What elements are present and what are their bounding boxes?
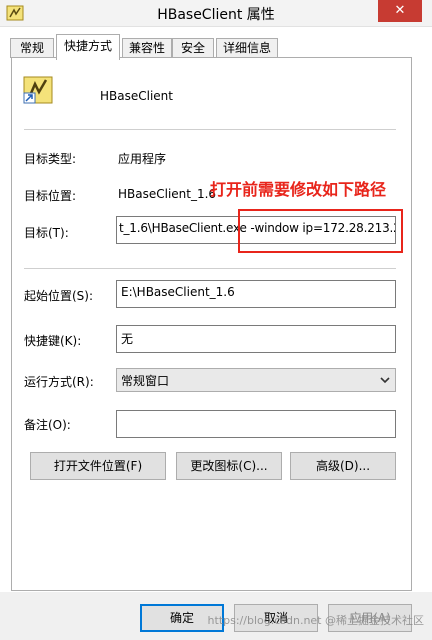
advanced-button[interactable]: 高级(D)... [290, 452, 396, 480]
separator [24, 268, 396, 269]
watermark: https://blog.csdn.net @稀土掘金技术社区 [207, 614, 424, 627]
hotkey-input[interactable]: 无 [116, 325, 396, 353]
run-label: 运行方式(R): [24, 375, 94, 389]
hotkey-label: 快捷键(K): [24, 334, 82, 348]
start-in-label: 起始位置(S): [24, 289, 94, 303]
target-location-value: HBaseClient_1.6 [118, 187, 217, 201]
window-title: HBaseClient 属性 [157, 7, 275, 23]
target-location-label: 目标位置: [24, 189, 77, 203]
shortcut-icon [23, 76, 53, 104]
comment-input[interactable] [116, 410, 396, 438]
change-icon-button[interactable]: 更改图标(C)... [176, 452, 282, 480]
start-in-input[interactable]: E:\HBaseClient_1.6 [116, 280, 396, 308]
tab-compatibility[interactable]: 兼容性 [122, 38, 172, 58]
tab-details[interactable]: 详细信息 [216, 38, 278, 58]
tab-shortcut[interactable]: 快捷方式 [56, 34, 120, 60]
tab-security[interactable]: 安全 [172, 38, 214, 58]
open-file-location-button[interactable]: 打开文件位置(F) [30, 452, 166, 480]
chevron-down-icon[interactable] [379, 373, 391, 387]
comment-label: 备注(O): [24, 418, 71, 432]
separator [24, 129, 396, 130]
target-type-label: 目标类型: [24, 152, 77, 166]
target-label: 目标(T): [24, 226, 69, 240]
tab-general[interactable]: 常规 [10, 38, 54, 58]
annotation-highlight-box [238, 209, 403, 253]
target-type-value: 应用程序 [118, 152, 167, 166]
title-bar: HBaseClient 属性 ✕ [0, 0, 432, 27]
app-name: HBaseClient [100, 89, 173, 103]
run-select[interactable]: 常规窗口 [116, 368, 396, 392]
close-button[interactable]: ✕ [378, 0, 422, 22]
tab-panel [11, 57, 412, 591]
run-select-value: 常规窗口 [121, 374, 170, 388]
annotation-text: 打开前需要修改如下路径 [210, 180, 387, 199]
